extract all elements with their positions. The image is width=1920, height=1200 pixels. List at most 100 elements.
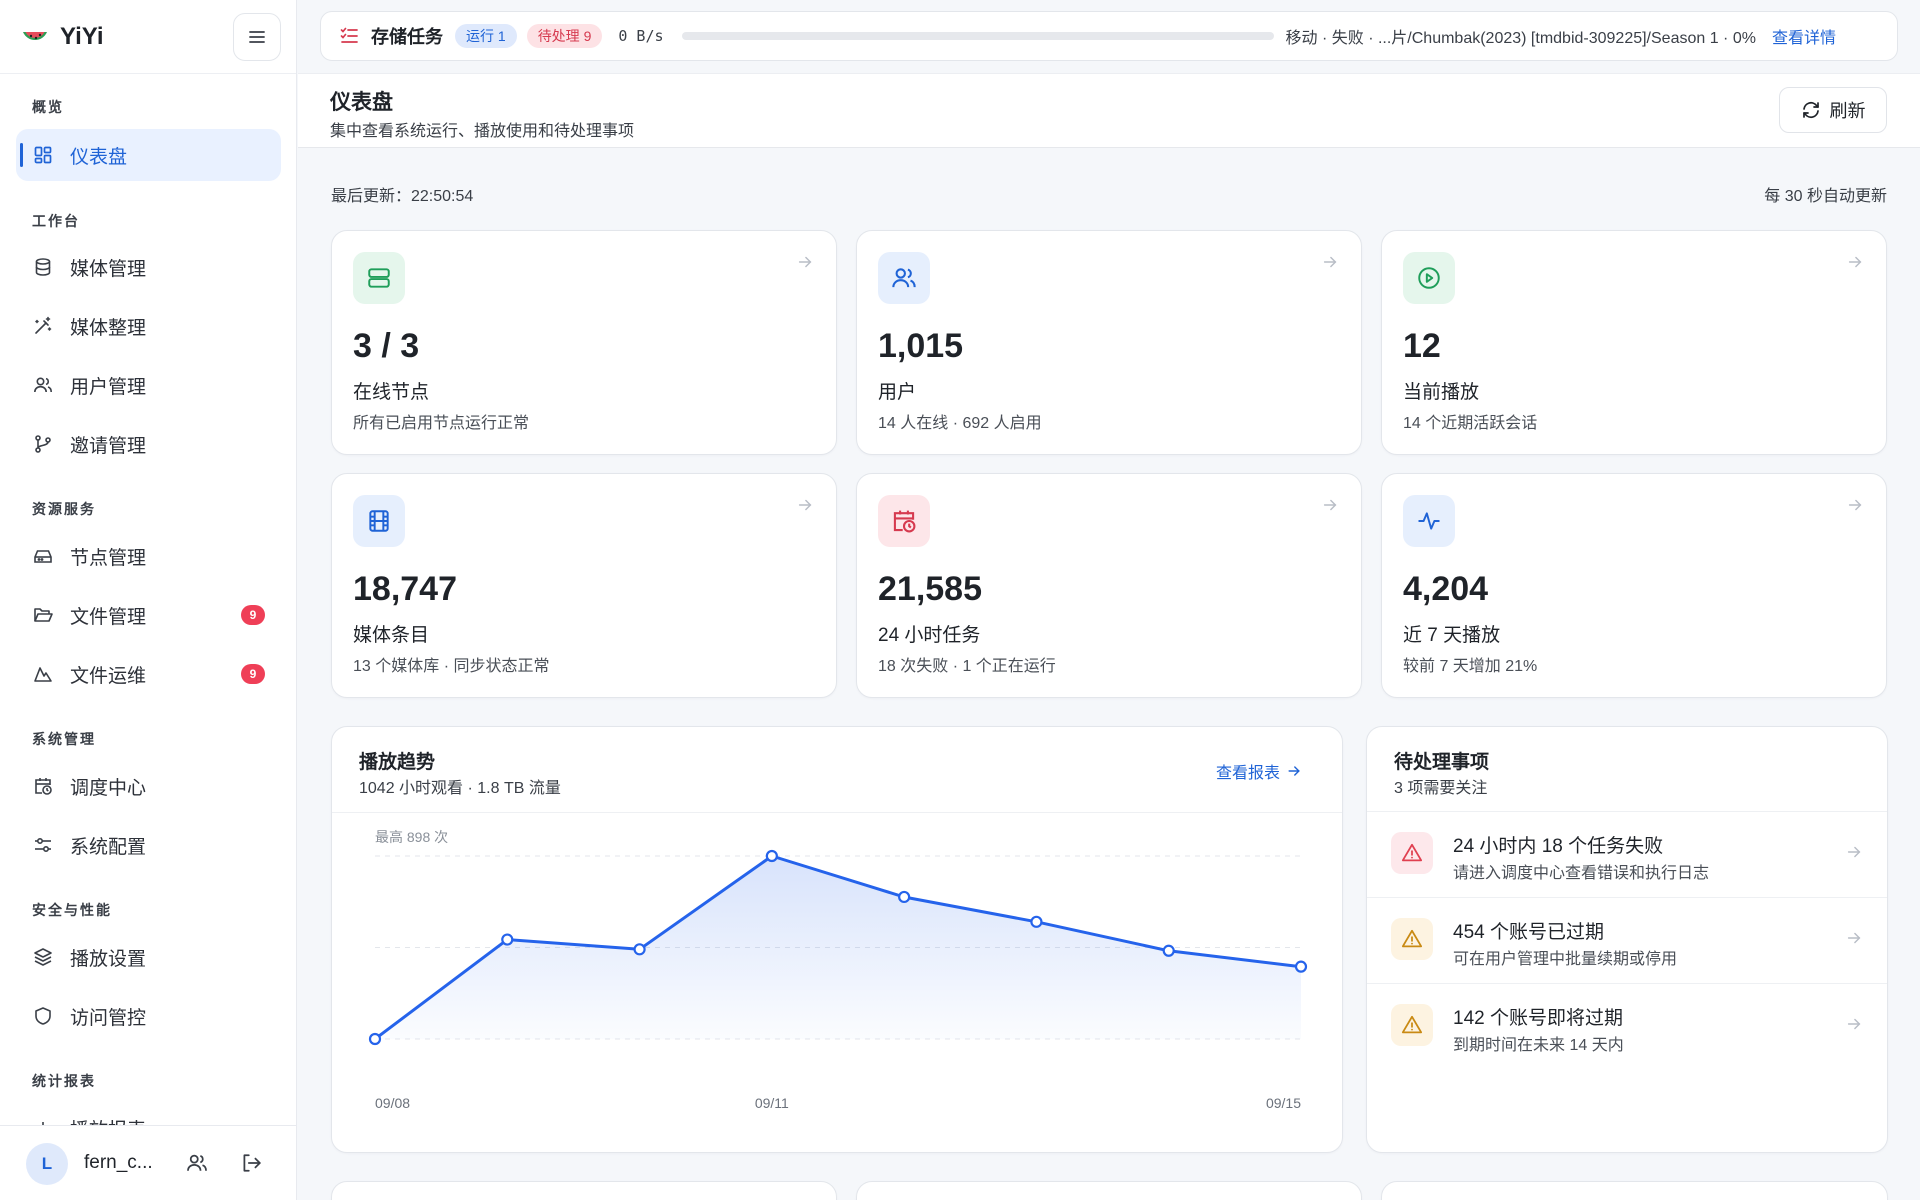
sidebar-item-play-report[interactable]: 播放报表: [16, 1102, 281, 1125]
data-point-09/13[interactable]: [1030, 915, 1043, 928]
lower-card-1: [331, 1181, 837, 1200]
arrow-right-icon: [1286, 763, 1302, 779]
sidebar-item-label: 邀请管理: [70, 435, 147, 457]
stat-value: 4,204: [1403, 570, 1489, 608]
playback-trend-card: 播放趋势 1042 小时观看 · 1.8 TB 流量 查看报表 最高 898 次…: [331, 726, 1343, 1153]
play-circle-icon: [1403, 252, 1455, 304]
stat-value: 21,585: [878, 570, 982, 608]
trend-area: [375, 856, 1301, 1039]
chart-max-label: 最高 898 次: [375, 829, 448, 845]
data-point-09/15[interactable]: [1294, 960, 1308, 973]
trend-title: 播放趋势: [359, 752, 436, 773]
data-point-09/10[interactable]: [633, 943, 646, 956]
sidebar-item-dashboard[interactable]: 仪表盘: [16, 129, 281, 181]
stat-card-tasks[interactable]: 21,585 24 小时任务 18 次失败 · 1 个正在运行: [856, 473, 1362, 698]
server-icon: [353, 252, 405, 304]
storage-task-bar: 存储任务 运行 1 待处理 9 0 B/s 移动 · 失败 · ...片/Chu…: [320, 11, 1898, 61]
stat-label: 在线节点: [353, 382, 430, 403]
data-point-09/11[interactable]: [765, 849, 778, 863]
view-report-label: 查看报表: [1215, 765, 1280, 782]
user-name[interactable]: fern_c...: [84, 1152, 153, 1174]
sidebar-item-label: 用户管理: [70, 376, 147, 398]
x-tick-label: 09/15: [1266, 1095, 1301, 1111]
avatar[interactable]: L: [26, 1143, 68, 1185]
sidebar-item-label: 调度中心: [70, 777, 147, 799]
sidebar-item-invites[interactable]: 邀请管理: [16, 418, 281, 470]
users-icon: [32, 374, 54, 396]
sidebar-nav: 概览 仪表盘 工作台 媒体管理 媒体整理 用户管理 邀请管理 资源服务 节点管理: [0, 74, 296, 1125]
todo-item[interactable]: 24 小时内 18 个任务失败 请进入调度中心查看错误和执行日志: [1367, 811, 1887, 897]
stat-card-now-playing[interactable]: 12 当前播放 14 个近期活跃会话: [1381, 230, 1887, 455]
section-title-workbench: 工作台: [32, 213, 80, 229]
film-icon: [353, 495, 405, 547]
arrow-right-icon: [1845, 1015, 1863, 1033]
sidebar-item-users[interactable]: 用户管理: [16, 359, 281, 411]
calendar-clock-icon: [878, 495, 930, 547]
files-count-badge: 9: [241, 605, 265, 625]
sidebar-item-media[interactable]: 媒体管理: [16, 241, 281, 293]
running-badge: 运行 1: [455, 24, 517, 48]
transfer-speed: 0 B/s: [618, 27, 664, 45]
page-subtitle: 集中查看系统运行、播放使用和待处理事项: [330, 123, 635, 140]
data-point-09/14[interactable]: [1162, 944, 1175, 957]
sidebar-item-label: 媒体管理: [70, 258, 147, 280]
stat-card-users[interactable]: 1,015 用户 14 人在线 · 692 人启用: [856, 230, 1362, 455]
data-point-09/09[interactable]: [501, 933, 514, 946]
x-tick-label: 09/08: [375, 1095, 410, 1111]
arrow-right-icon: [796, 253, 814, 271]
sidebar-item-label: 访问管控: [70, 1007, 147, 1029]
switch-user-icon[interactable]: [186, 1152, 210, 1176]
calendar-clock-icon: [32, 775, 54, 797]
sidebar-item-organize[interactable]: 媒体整理: [16, 300, 281, 352]
sidebar-item-files[interactable]: 文件管理 9: [16, 589, 281, 641]
sidebar-item-access[interactable]: 访问管控: [16, 990, 281, 1042]
sidebar-item-label: 文件管理: [70, 606, 147, 628]
stat-card-weekly-plays[interactable]: 4,204 近 7 天播放 较前 7 天增加 21%: [1381, 473, 1887, 698]
sidebar-item-label: 播放报表: [70, 1115, 146, 1126]
sliders-icon: [32, 834, 54, 856]
git-branch-icon: [32, 433, 54, 455]
stat-label: 24 小时任务: [878, 625, 981, 646]
logout-icon[interactable]: [240, 1152, 264, 1176]
stat-card-nodes[interactable]: 3 / 3 在线节点 所有已启用节点运行正常: [331, 230, 837, 455]
data-point-09/12[interactable]: [898, 890, 911, 904]
todo-title: 待处理事项: [1394, 752, 1490, 773]
stat-label: 媒体条目: [353, 625, 430, 646]
brand[interactable]: YiYi: [20, 20, 104, 54]
view-report-link[interactable]: 查看报表: [1216, 759, 1302, 783]
section-title-reports: 统计报表: [32, 1073, 96, 1089]
todo-subtitle: 3 项需要关注: [1394, 780, 1488, 797]
sidebar-item-scheduler[interactable]: 调度中心: [16, 760, 281, 812]
sidebar-item-nodes[interactable]: 节点管理: [16, 530, 281, 582]
file-ops-count-badge: 9: [241, 664, 265, 684]
todo-item-subtext: 到期时间在未来 14 天内: [1453, 1037, 1624, 1054]
arrow-right-icon: [1846, 253, 1864, 271]
task-status-text: 移动 · 失败 · ...片/Chumbak(2023) [tmdbid-309…: [1285, 30, 1756, 47]
sidebar-item-config[interactable]: 系统配置: [16, 819, 281, 871]
arrow-right-icon: [1321, 253, 1339, 271]
todo-item[interactable]: 142 个账号即将过期 到期时间在未来 14 天内: [1367, 983, 1887, 1069]
stat-card-media[interactable]: 18,747 媒体条目 13 个媒体库 · 同步状态正常: [331, 473, 837, 698]
todo-item-title: 454 个账号已过期: [1453, 922, 1604, 943]
sidebar-item-label: 节点管理: [70, 547, 147, 569]
auto-refresh-note: 每 30 秒自动更新: [1764, 188, 1887, 205]
data-point-09/08[interactable]: [368, 1032, 382, 1046]
stat-subtext: 13 个媒体库 · 同步状态正常: [353, 658, 550, 675]
todo-item-subtext: 可在用户管理中批量续期或停用: [1453, 951, 1678, 968]
storage-task-title: 存储任务: [371, 27, 443, 47]
refresh-button[interactable]: 刷新: [1779, 87, 1887, 133]
arrow-right-icon: [1845, 929, 1863, 947]
stat-value: 12: [1403, 327, 1441, 365]
menu-toggle-button[interactable]: [233, 13, 281, 61]
last-updated: 最后更新：22:50:54: [331, 188, 474, 205]
stat-subtext: 14 个近期活跃会话: [1403, 415, 1538, 432]
todo-item[interactable]: 454 个账号已过期 可在用户管理中批量续期或停用: [1367, 897, 1887, 983]
stat-subtext: 所有已启用节点运行正常: [353, 415, 530, 432]
arrow-right-icon: [1321, 496, 1339, 514]
section-title-security: 安全与性能: [32, 902, 112, 918]
sidebar-item-playback[interactable]: 播放设置: [16, 931, 281, 983]
stat-label: 用户: [878, 382, 917, 403]
view-details-link[interactable]: 查看详情: [1772, 24, 1836, 48]
todo-item-title: 142 个账号即将过期: [1453, 1008, 1623, 1029]
sidebar-item-file-ops[interactable]: 文件运维 9: [16, 648, 281, 700]
